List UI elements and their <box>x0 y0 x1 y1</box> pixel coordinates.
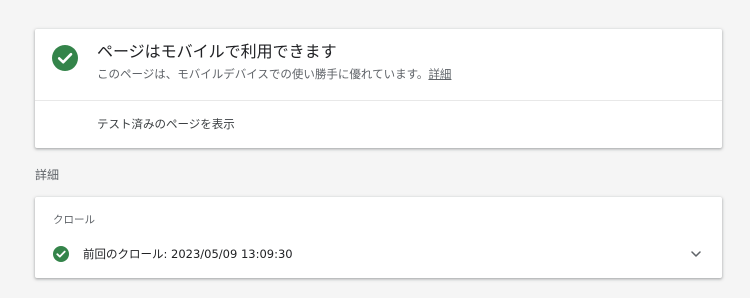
view-tested-page-button[interactable]: テスト済みのページを表示 <box>97 116 235 132</box>
result-summary: ページはモバイルで利用できます このページは、モバイルデバイスでの使い勝手に優れ… <box>35 29 722 101</box>
check-circle-icon <box>52 45 78 71</box>
check-circle-icon <box>53 246 69 262</box>
crawl-details-card: クロール 前回のクロール: 2023/05/09 13:09:30 <box>35 197 722 278</box>
details-heading: 詳細 <box>35 168 60 182</box>
last-crawl-text: 前回のクロール: 2023/05/09 13:09:30 <box>83 247 293 261</box>
mobile-usability-result-card: ページはモバイルで利用できます このページは、モバイルデバイスでの使い勝手に優れ… <box>35 29 722 148</box>
crawl-section-label: クロール <box>53 214 95 226</box>
learn-more-link[interactable]: 詳細 <box>428 67 451 81</box>
result-title: ページはモバイルで利用できます <box>97 42 337 61</box>
divider <box>35 100 722 101</box>
result-description-text: このページは、モバイルデバイスでの使い勝手に優れています。 <box>97 67 429 81</box>
result-description: このページは、モバイルデバイスでの使い勝手に優れています。詳細 <box>97 66 451 82</box>
chevron-down-icon[interactable] <box>690 248 702 260</box>
last-crawl-row[interactable]: 前回のクロール: 2023/05/09 13:09:30 <box>35 241 722 267</box>
